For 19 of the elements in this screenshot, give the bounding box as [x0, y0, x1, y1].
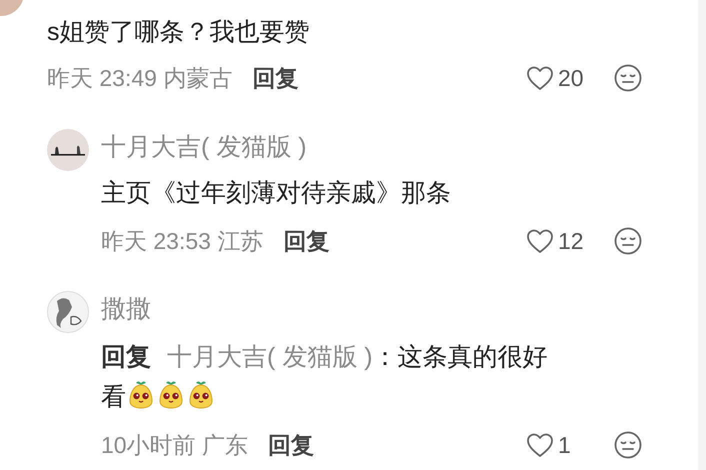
reply-link[interactable]: 回复	[252, 60, 298, 96]
comment-meta: 昨天 23:49 内蒙古	[47, 64, 232, 93]
like-button[interactable]: 12	[526, 224, 592, 258]
fruit-face-emoji-icon	[127, 380, 155, 410]
face-icon[interactable]	[614, 431, 642, 459]
reply-text: 主页《过年刻薄对待亲戚》那条	[101, 178, 452, 209]
reply-link[interactable]: 回复	[268, 428, 314, 462]
avatar-drawing[interactable]	[47, 129, 89, 171]
reply-link[interactable]: 回复	[283, 224, 330, 258]
comment-text: s姐赞了哪条？我也要赞	[47, 17, 310, 48]
like-button[interactable]: 20	[526, 60, 592, 96]
fruit-face-emoji-icon	[157, 380, 185, 410]
reply-text: 回复 十月大吉( 发猫版 )：这条真的很好看	[101, 342, 549, 413]
fruit-face-emoji-icon	[187, 380, 215, 410]
comment-meta: 10小时前 广东	[101, 430, 248, 460]
comment-meta: 昨天 23:53 江苏	[101, 226, 264, 256]
face-icon[interactable]	[614, 227, 642, 255]
like-button[interactable]: 1	[526, 428, 592, 462]
face-icon[interactable]	[614, 64, 642, 92]
